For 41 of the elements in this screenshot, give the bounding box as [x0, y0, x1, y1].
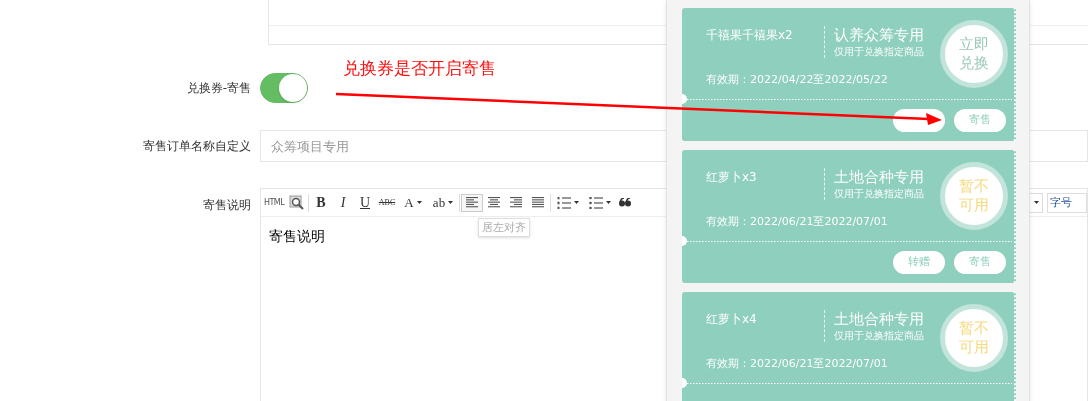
dropdown-button[interactable]: ab [428, 193, 458, 212]
field-label: 兑换券-寄售 [185, 80, 252, 97]
underline-button[interactable]: U [354, 193, 376, 212]
magnifier-icon [288, 195, 304, 210]
ordered-list-icon [557, 196, 571, 209]
field-label: 寄售说明 [202, 197, 252, 214]
coupon-name: 土地合种专用 [834, 169, 924, 185]
caret-icon [1033, 201, 1039, 204]
align-left-icon [466, 197, 478, 208]
coupon-note: 仅用于兑换指定商品 [834, 188, 924, 200]
coupon-name: 认养众筹专用 [834, 27, 924, 43]
dropdown-button[interactable]: A [398, 193, 428, 212]
coupon-title: 红萝卜x3 [706, 169, 758, 186]
font-size-select[interactable]: 字号 [1047, 192, 1087, 213]
align-center-icon [488, 197, 500, 208]
caret-icon [606, 201, 611, 204]
italic-button[interactable]: I [332, 193, 354, 212]
toggle-switch[interactable] [260, 73, 308, 103]
quote-icon [619, 198, 631, 207]
bullet-list-icon [589, 196, 603, 209]
align-justify-icon [532, 197, 544, 208]
bold-button[interactable]: B [310, 193, 332, 212]
coupon-note: 仅用于兑换指定商品 [834, 46, 924, 58]
caret-icon [448, 201, 454, 204]
editor-text[interactable]: 寄售说明 [269, 226, 325, 247]
coupon-note: 仅用于兑换指定商品 [834, 330, 924, 342]
coupon-title: 红萝卜x4 [706, 311, 758, 328]
coupon-validity: 有效期：2022/06/21至2022/07/01 [706, 214, 888, 230]
coupon-title: 千禧果千禧果x2 [706, 27, 794, 44]
caret-icon [416, 201, 422, 204]
tooltip: 居左对齐 [478, 218, 530, 237]
align-right-icon [510, 197, 522, 208]
coupon-validity: 有效期：2022/04/22至2022/05/22 [706, 72, 888, 88]
coupon-validity: 有效期：2022/06/21至2022/07/01 [706, 356, 888, 372]
align-left-button[interactable] [461, 193, 483, 212]
coupon-name: 土地合种专用 [834, 311, 924, 327]
caret-icon [574, 201, 579, 204]
strike-button[interactable]: ABC [376, 193, 398, 212]
annotation-text: 兑换券是否开启寄售 [343, 57, 496, 80]
html-button[interactable]: HTML [263, 193, 285, 212]
field-label: 寄售订单名称自定义 [142, 138, 252, 155]
